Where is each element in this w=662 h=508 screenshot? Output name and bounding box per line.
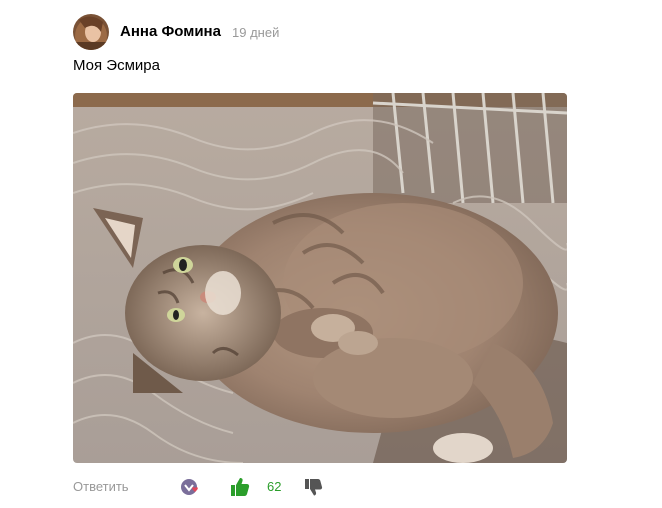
comment-text: Моя Эсмира xyxy=(73,57,160,74)
cat-photo[interactable] xyxy=(73,93,567,463)
reply-button[interactable]: Ответить xyxy=(73,479,129,495)
avatar[interactable] xyxy=(73,14,109,50)
comment-timestamp: 19 дней xyxy=(232,25,280,40)
comment-card: Анна Фомина 19 дней Моя Эсмира Ответить … xyxy=(0,0,662,508)
reactions-icon[interactable] xyxy=(180,476,202,498)
like-count: 62 xyxy=(267,479,282,494)
author-name[interactable]: Анна Фомина xyxy=(120,23,221,41)
thumbs-up-icon[interactable] xyxy=(229,476,251,498)
thumbs-down-icon[interactable] xyxy=(304,477,324,499)
comment-actions: Ответить 62 xyxy=(73,476,373,498)
